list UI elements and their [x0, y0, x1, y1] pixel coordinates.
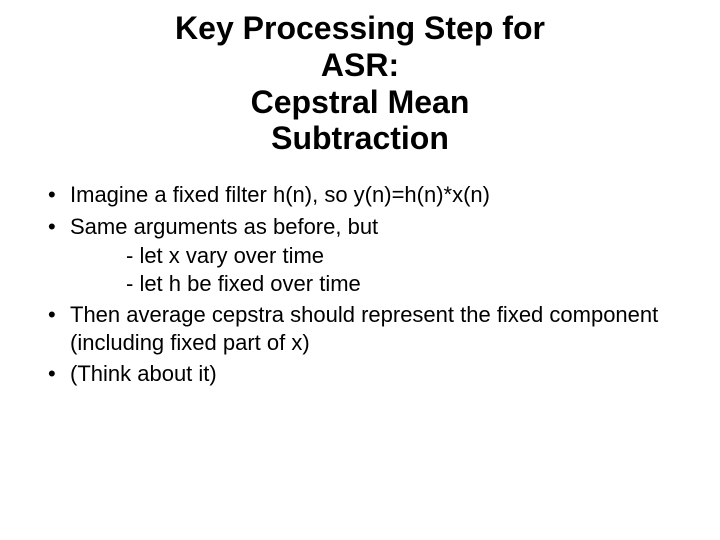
title-line-3: Cepstral Mean	[80, 84, 640, 121]
title-line-4: Subtraction	[80, 120, 640, 157]
title-line-1: Key Processing Step for	[80, 10, 640, 47]
slide-title: Key Processing Step for ASR: Cepstral Me…	[80, 10, 640, 157]
bullet-item-4-text: (Think about it)	[70, 361, 217, 386]
bullet-item-2-sublist: - let x vary over time - let h be fixed …	[126, 242, 684, 297]
bullet-item-3: Then average cepstra should represent th…	[42, 301, 684, 356]
bullet-item-1-text: Imagine a fixed filter h(n), so y(n)=h(n…	[70, 182, 490, 207]
bullet-item-2: Same arguments as before, but - let x va…	[42, 213, 684, 298]
bullet-item-2-text: Same arguments as before, but	[70, 214, 378, 239]
bullet-item-2-sub-1: - let x vary over time	[126, 242, 684, 270]
bullet-list: Imagine a fixed filter h(n), so y(n)=h(n…	[42, 181, 684, 388]
bullet-item-4: (Think about it)	[42, 360, 684, 388]
title-line-2: ASR:	[80, 47, 640, 84]
bullet-item-3-text: Then average cepstra should represent th…	[70, 302, 658, 355]
bullet-item-1: Imagine a fixed filter h(n), so y(n)=h(n…	[42, 181, 684, 209]
bullet-item-2-sub-2: - let h be fixed over time	[126, 270, 684, 298]
slide: Key Processing Step for ASR: Cepstral Me…	[0, 0, 720, 540]
